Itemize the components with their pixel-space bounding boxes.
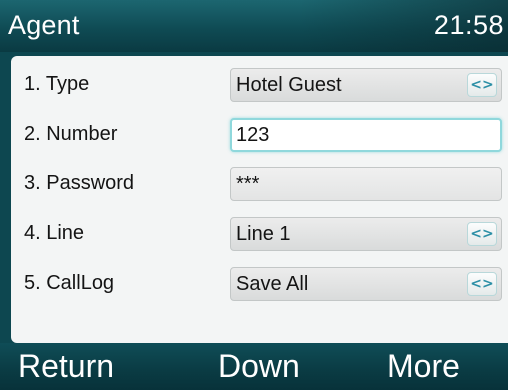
- left-right-arrows-icon[interactable]: <>: [467, 272, 497, 296]
- type-value: Hotel Guest: [236, 74, 342, 96]
- password-input[interactable]: ***: [230, 167, 502, 201]
- line-label: 4. Line: [24, 222, 85, 244]
- number-row[interactable]: 2. Number 123: [11, 112, 508, 160]
- down-softkey[interactable]: Down: [218, 348, 300, 385]
- calllog-select[interactable]: Save All <>: [230, 267, 502, 301]
- left-right-arrows-icon[interactable]: <>: [467, 222, 497, 246]
- left-right-arrows-icon[interactable]: <>: [467, 73, 497, 97]
- password-value: ***: [236, 173, 260, 195]
- softkey-bar: Return Down More: [0, 343, 508, 390]
- calllog-row[interactable]: 5. CallLog Save All <>: [11, 261, 508, 309]
- phone-screen: Agent 21:58 1. Type Hotel Guest <> 2. Nu…: [0, 0, 508, 390]
- password-label: 3. Password: [24, 172, 135, 194]
- number-input[interactable]: 123: [230, 118, 502, 152]
- line-value: Line 1: [236, 223, 291, 245]
- type-row[interactable]: 1. Type Hotel Guest <>: [11, 62, 508, 110]
- more-softkey[interactable]: More: [387, 348, 460, 385]
- line-row[interactable]: 4. Line Line 1 <>: [11, 211, 508, 259]
- number-value: 123: [236, 124, 270, 146]
- title-bar: Agent 21:58: [0, 0, 508, 52]
- type-select[interactable]: Hotel Guest <>: [230, 68, 502, 102]
- type-label: 1. Type: [24, 73, 90, 95]
- line-select[interactable]: Line 1 <>: [230, 217, 502, 251]
- page-title: Agent: [8, 10, 80, 40]
- calllog-label: 5. CallLog: [24, 272, 115, 294]
- agent-form: 1. Type Hotel Guest <> 2. Number 123 3. …: [11, 56, 508, 343]
- calllog-value: Save All: [236, 273, 309, 295]
- password-row[interactable]: 3. Password ***: [11, 161, 508, 209]
- return-softkey[interactable]: Return: [18, 348, 114, 385]
- number-label: 2. Number: [24, 123, 118, 145]
- clock-time: 21:58: [433, 10, 504, 40]
